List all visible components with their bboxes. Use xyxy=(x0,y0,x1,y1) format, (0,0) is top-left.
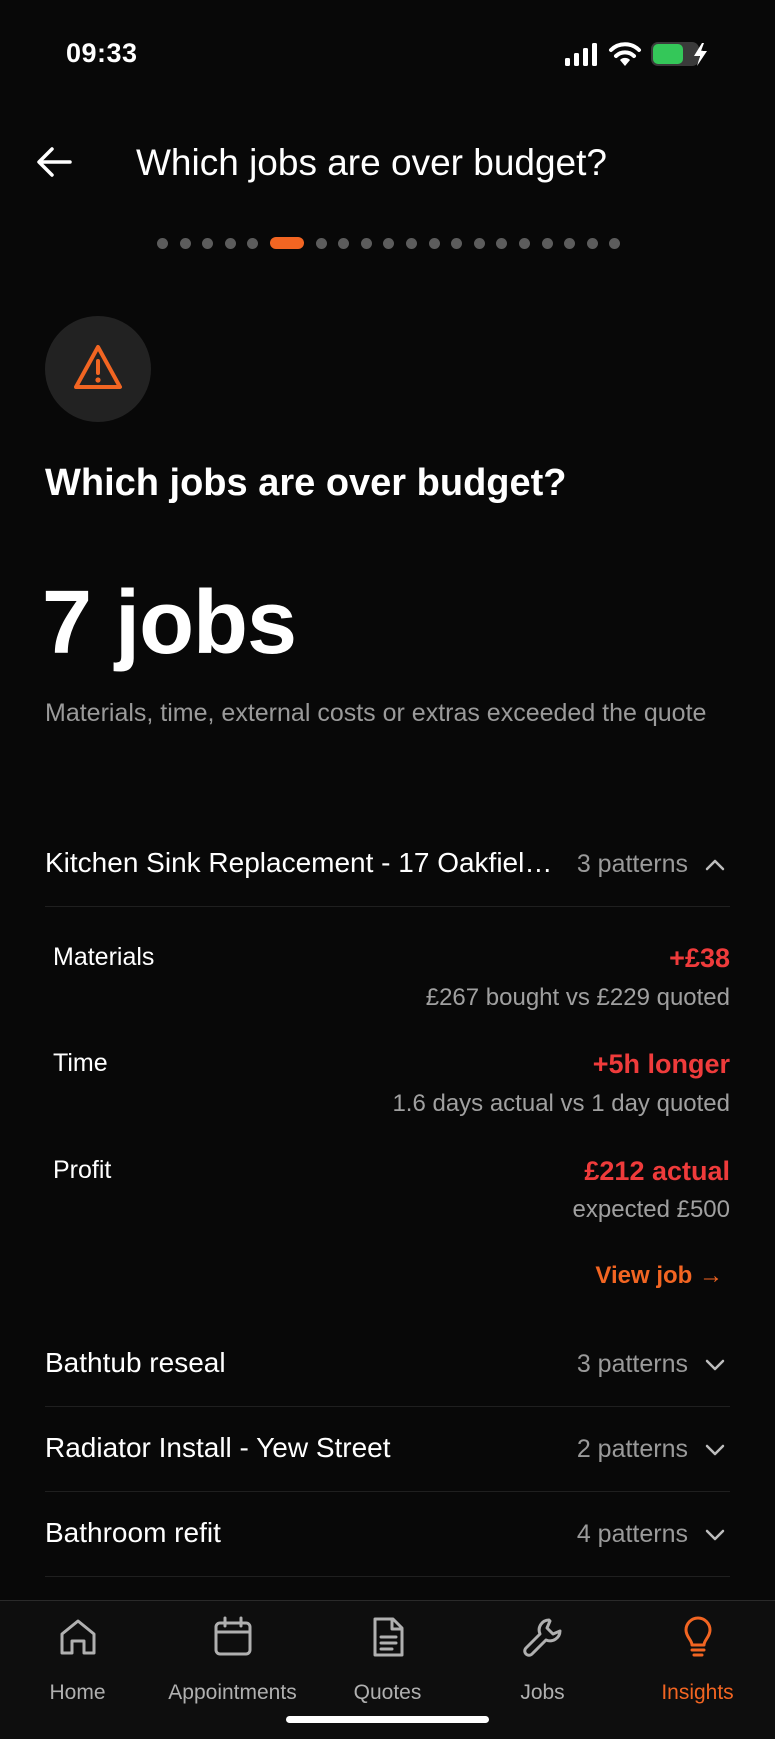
pager-dot xyxy=(383,237,395,249)
hero-title: Which jobs are over budget? xyxy=(45,462,567,504)
pager-dot xyxy=(541,237,553,249)
tab-label: Quotes xyxy=(353,1681,422,1704)
wifi-icon xyxy=(609,42,641,66)
pager-dot xyxy=(338,237,350,249)
job-name: Radiator Install - Yew Street xyxy=(45,1432,391,1463)
back-arrow-icon[interactable] xyxy=(30,138,78,186)
pager-dot xyxy=(315,237,327,249)
job-pattern-count: 4 patterns xyxy=(576,1520,688,1548)
detail-subtext: 1.6 days actual vs 1 day quoted xyxy=(392,1090,730,1117)
pager-dot xyxy=(496,237,508,249)
tab-label: Jobs xyxy=(520,1681,565,1704)
detail-label: Time xyxy=(53,1049,108,1077)
chevron-down-icon[interactable] xyxy=(704,1524,726,1546)
tab-label: Home xyxy=(49,1681,106,1704)
status-time: 09:33 xyxy=(66,38,138,68)
job-name: Kitchen Sink Replacement - 17 Oakfield R… xyxy=(45,847,555,878)
wrench-icon xyxy=(523,1618,562,1657)
pager-dot xyxy=(202,237,214,249)
cellular-signal-icon xyxy=(565,43,597,66)
tab-insights[interactable]: Insights xyxy=(620,1615,775,1705)
step-pager xyxy=(0,236,775,250)
battery-charging-icon xyxy=(651,42,707,66)
screen: 09:33 Which jobs are over budget? Which … xyxy=(0,0,775,1739)
job-pattern-count: 3 patterns xyxy=(576,1350,688,1378)
home-icon xyxy=(60,1619,96,1655)
pager-dot xyxy=(451,237,463,249)
pager-dot xyxy=(247,237,259,249)
tab-quotes[interactable]: Quotes xyxy=(310,1615,465,1705)
job-row-kitchen-sink[interactable]: Kitchen Sink Replacement - 17 Oakfield R… xyxy=(45,822,730,907)
detail-value: £212 actual xyxy=(584,1156,730,1186)
pager-dot xyxy=(224,237,236,249)
home-indicator[interactable] xyxy=(286,1716,489,1723)
page-title: Which jobs are over budget? xyxy=(136,142,607,183)
job-pattern-count: 2 patterns xyxy=(576,1435,688,1463)
document-icon xyxy=(373,1617,404,1657)
tab-label: Insights xyxy=(661,1681,734,1704)
job-row-bathroom-refit[interactable]: Bathroom refit 4 patterns xyxy=(45,1492,730,1577)
chevron-up-icon[interactable] xyxy=(704,854,726,876)
pager-dot-active xyxy=(269,237,304,249)
job-name: Bathroom refit xyxy=(45,1517,221,1548)
pager-dot xyxy=(360,237,372,249)
tab-label: Appointments xyxy=(168,1681,297,1704)
detail-subtext: expected £500 xyxy=(572,1196,730,1223)
hero-icon-badge xyxy=(45,316,151,422)
calendar-icon xyxy=(214,1616,252,1656)
detail-value: +£38 xyxy=(669,943,730,973)
detail-subtext: £267 bought vs £229 quoted xyxy=(425,984,730,1011)
tab-jobs[interactable]: Jobs xyxy=(465,1615,620,1705)
job-name: Bathtub reseal xyxy=(45,1347,226,1378)
chevron-down-icon[interactable] xyxy=(704,1354,726,1376)
hero-description: Materials, time, external costs or extra… xyxy=(45,699,707,727)
pager-dot xyxy=(609,237,621,249)
view-job-link[interactable]: View job → xyxy=(595,1262,723,1290)
pager-dots xyxy=(157,236,632,250)
detail-label: Materials xyxy=(53,943,155,971)
pager-dot xyxy=(405,237,417,249)
pager-dot xyxy=(157,237,168,249)
pager-dot xyxy=(473,237,485,249)
header: Which jobs are over budget? xyxy=(0,130,775,196)
warning-triangle-icon xyxy=(74,345,122,389)
pager-dot xyxy=(428,237,440,249)
pager-dot xyxy=(586,237,598,249)
status-bar: 09:33 xyxy=(0,0,775,100)
tab-home[interactable]: Home xyxy=(0,1615,155,1705)
detail-value: +5h longer xyxy=(592,1049,730,1079)
lightbulb-icon xyxy=(684,1616,712,1657)
tab-appointments[interactable]: Appointments xyxy=(155,1615,310,1705)
over-budget-count: 7 jobs xyxy=(42,573,297,673)
detail-label: Profit xyxy=(53,1156,112,1184)
pager-dot xyxy=(564,237,576,249)
job-row-bathtub-reseal[interactable]: Bathtub reseal 3 patterns xyxy=(45,1322,730,1407)
pager-dot xyxy=(518,237,530,249)
chevron-down-icon[interactable] xyxy=(704,1439,726,1461)
pager-dot xyxy=(179,237,191,249)
job-pattern-count: 3 patterns xyxy=(576,850,688,878)
job-row-radiator-install[interactable]: Radiator Install - Yew Street 2 patterns xyxy=(45,1407,730,1492)
